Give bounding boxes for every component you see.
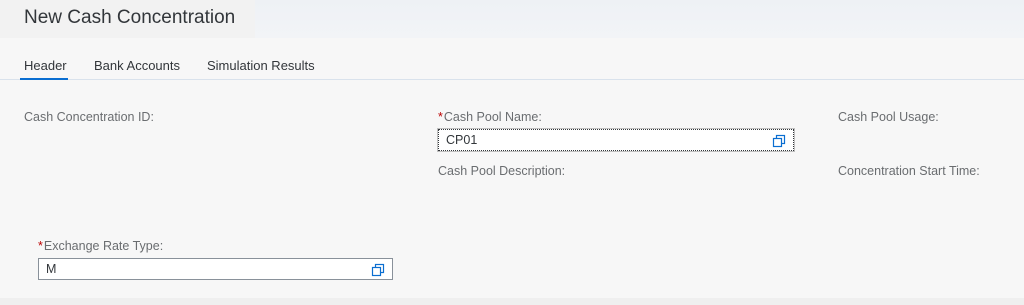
tab-header[interactable]: Header [24,58,67,73]
cash-pool-description-label-text: Cash Pool Description: [438,164,566,178]
page-header: New Cash Concentration [0,0,1024,38]
exchange-rate-type-field[interactable]: M [38,258,393,280]
concentration-start-time-label-text: Concentration Start Time: [838,164,980,178]
tab-bank-accounts[interactable]: Bank Accounts [94,58,180,73]
tab-bar: Header Bank Accounts Simulation Results [0,38,1024,80]
cash-pool-usage-label-text: Cash Pool Usage: [838,110,939,124]
header-form: Cash Concentration ID: *Cash Pool Name: … [0,80,1024,305]
cash-pool-name-label-text: Cash Pool Name: [443,110,542,124]
page: New Cash Concentration Header Bank Accou… [0,0,1024,305]
tab-simulation-results[interactable]: Simulation Results [207,58,315,73]
required-marker: * [438,110,443,124]
exchange-rate-type-value: M [46,262,57,276]
cash-concentration-id-label: Cash Concentration ID: [24,110,154,124]
footer-divider [0,298,1024,305]
value-help-icon[interactable] [772,134,786,148]
cash-pool-usage-label: Cash Pool Usage: [838,110,939,124]
cash-pool-name-label: *Cash Pool Name: [438,110,542,124]
exchange-rate-type-label-text: Exchange Rate Type: [43,239,164,253]
concentration-start-time-label: Concentration Start Time: [838,164,980,178]
page-title: New Cash Concentration [24,7,236,28]
cash-pool-name-value: CP01 [446,133,478,147]
exchange-rate-type-label: *Exchange Rate Type: [38,239,163,253]
required-marker: * [38,239,43,253]
cash-pool-description-label: Cash Pool Description: [438,164,565,178]
value-help-icon[interactable] [371,263,385,277]
cash-pool-name-field[interactable]: CP01 [437,128,795,152]
cash-concentration-id-label-text: Cash Concentration ID: [24,110,154,124]
